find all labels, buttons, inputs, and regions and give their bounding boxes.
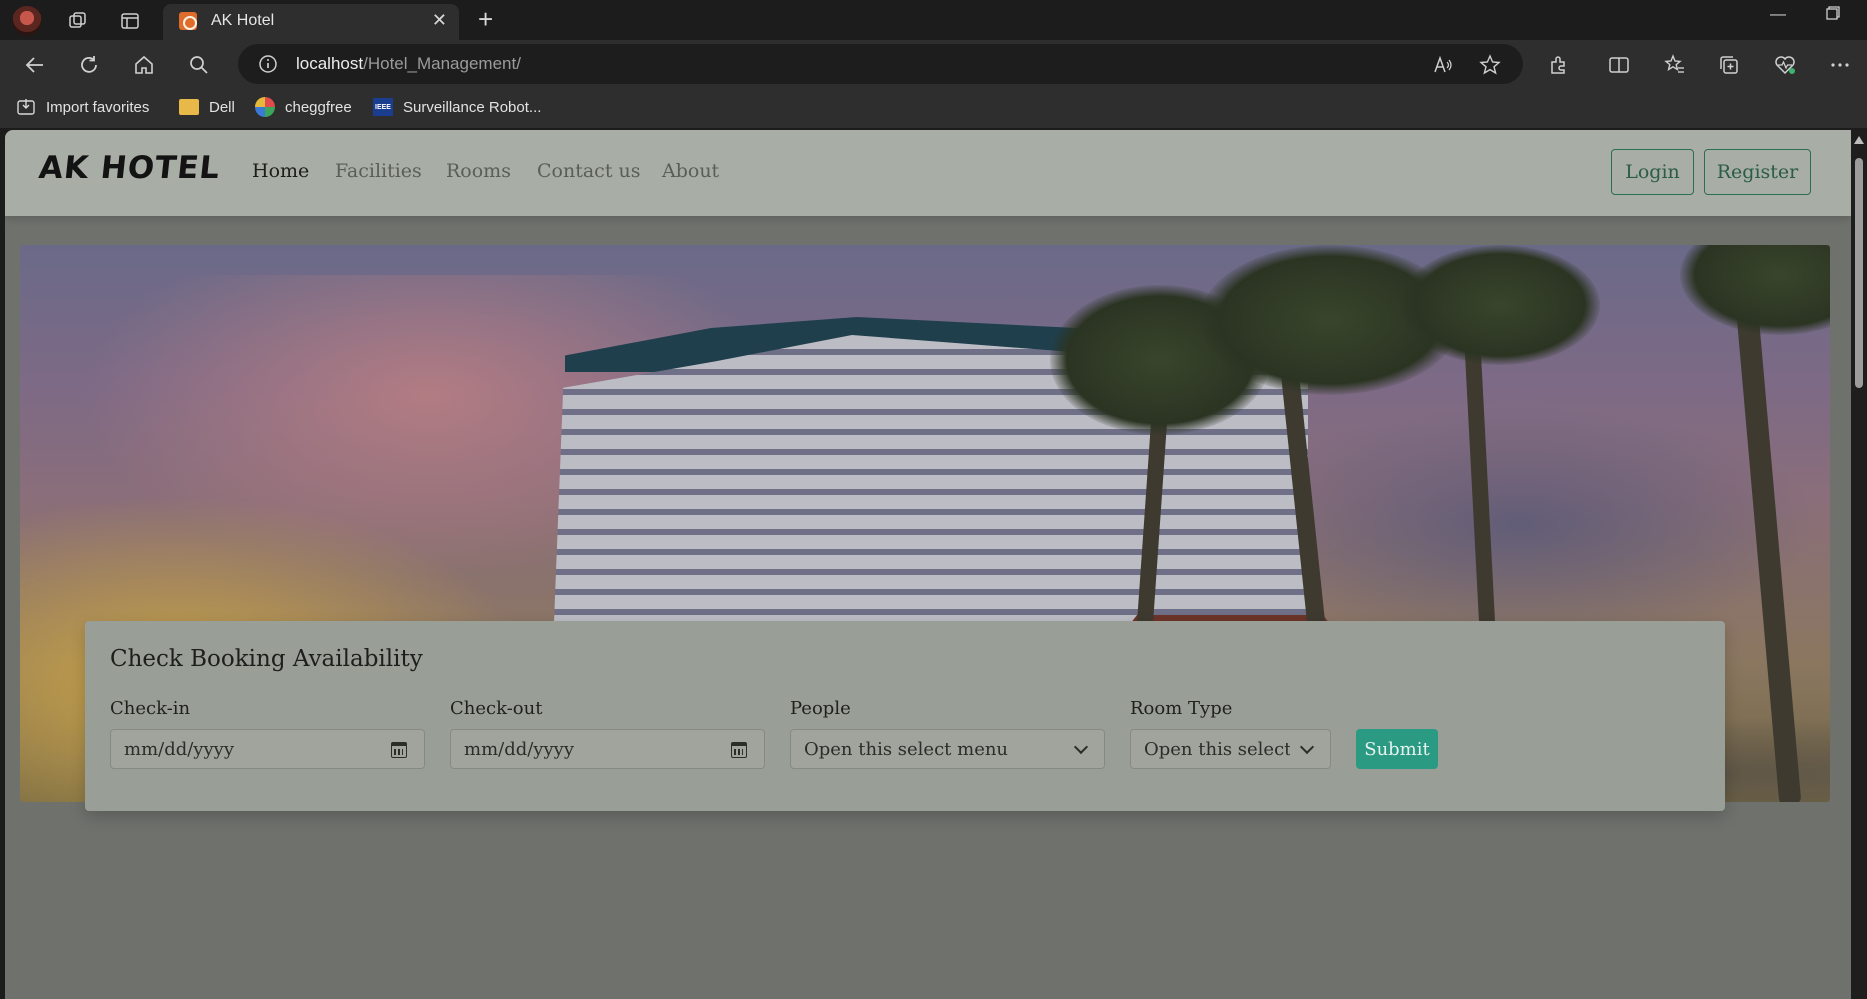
- import-icon: [16, 97, 36, 117]
- close-tab-icon[interactable]: ✕: [432, 10, 447, 31]
- submit-button[interactable]: Submit: [1356, 729, 1438, 769]
- calendar-icon[interactable]: [731, 742, 747, 758]
- address-bar[interactable]: localhost/Hotel_Management/: [238, 44, 1523, 84]
- room-type-label: Room Type: [1130, 698, 1233, 719]
- vertical-tabs-icon[interactable]: [116, 7, 144, 35]
- booking-title: Check Booking Availability: [110, 646, 423, 672]
- home-icon[interactable]: [129, 50, 159, 80]
- bookmark-label: Dell: [209, 98, 235, 116]
- bookmark-import-favorites[interactable]: Import favorites: [16, 97, 149, 117]
- chegg-icon: [255, 97, 275, 117]
- nav-rooms[interactable]: Rooms: [446, 160, 511, 182]
- bookmark-label: cheggfree: [285, 98, 352, 116]
- site-header: AK HOTEL Home Facilities Rooms Contact u…: [5, 130, 1851, 216]
- checkout-placeholder: mm/dd/yyyy: [464, 738, 574, 760]
- bookmark-surveillance-robot[interactable]: IEEE Surveillance Robot...: [373, 97, 541, 117]
- minimize-icon[interactable]: —: [1770, 6, 1786, 24]
- calendar-icon[interactable]: [391, 742, 407, 758]
- nav-contact-us[interactable]: Contact us: [537, 160, 640, 182]
- booking-availability-form: Check Booking Availability Check-in mm/d…: [85, 621, 1725, 811]
- nav-home[interactable]: Home: [252, 160, 309, 182]
- checkin-date-input[interactable]: mm/dd/yyyy: [110, 729, 425, 769]
- scrollbar-thumb[interactable]: [1855, 158, 1863, 388]
- active-tab[interactable]: AK Hotel ✕: [163, 4, 459, 40]
- new-tab-icon[interactable]: +: [478, 6, 493, 32]
- browser-tab-bar: AK Hotel ✕ + —: [0, 0, 1867, 40]
- bookmark-dell[interactable]: Dell: [179, 97, 235, 117]
- back-icon[interactable]: [20, 50, 50, 80]
- xampp-favicon-icon: [179, 12, 197, 30]
- url-path: /Hotel_Management/: [363, 54, 521, 73]
- chevron-down-icon: [1073, 739, 1089, 755]
- people-label: People: [790, 698, 851, 719]
- workspaces-icon[interactable]: [64, 7, 92, 35]
- extensions-icon[interactable]: [1544, 50, 1574, 80]
- room-type-select[interactable]: Open this select menu: [1130, 729, 1331, 769]
- restore-icon[interactable]: [1826, 6, 1840, 25]
- nav-about[interactable]: About: [662, 160, 719, 182]
- checkin-label: Check-in: [110, 698, 191, 719]
- people-select[interactable]: Open this select menu: [790, 729, 1105, 769]
- bookmarks-bar: Import favorites Dell cheggfree IEEE Sur…: [0, 88, 1867, 128]
- folder-icon: [179, 97, 199, 117]
- chevron-down-icon: [1299, 739, 1315, 755]
- tab-title: AK Hotel: [211, 12, 275, 29]
- checkout-date-input[interactable]: mm/dd/yyyy: [450, 729, 765, 769]
- browser-essentials-icon[interactable]: [1770, 50, 1800, 80]
- room-type-selected-value: Open this select menu: [1144, 738, 1290, 760]
- search-icon[interactable]: [184, 50, 214, 80]
- profile-avatar[interactable]: [12, 6, 42, 36]
- checkout-label: Check-out: [450, 698, 543, 719]
- scroll-up-arrow-icon[interactable]: [1854, 136, 1864, 144]
- nav-facilities[interactable]: Facilities: [335, 160, 422, 182]
- collections-icon[interactable]: [1714, 50, 1744, 80]
- bookmark-label: Surveillance Robot...: [403, 98, 542, 116]
- url-text[interactable]: localhost/Hotel_Management/: [296, 54, 521, 74]
- checkin-placeholder: mm/dd/yyyy: [124, 738, 234, 760]
- favorite-star-icon[interactable]: [1478, 53, 1502, 77]
- people-selected-value: Open this select menu: [804, 738, 1009, 760]
- register-button[interactable]: Register: [1704, 149, 1811, 195]
- bookmark-cheggfree[interactable]: cheggfree: [255, 97, 352, 117]
- browser-toolbar: localhost/Hotel_Management/: [0, 40, 1867, 88]
- login-button[interactable]: Login: [1611, 149, 1694, 195]
- brand-logo[interactable]: AK HOTEL: [37, 150, 222, 186]
- ieee-icon: IEEE: [373, 97, 393, 117]
- read-aloud-icon[interactable]: [1431, 53, 1455, 77]
- page-scrollbar[interactable]: [1851, 130, 1867, 999]
- bookmark-label: Import favorites: [46, 98, 150, 116]
- refresh-icon[interactable]: [74, 50, 104, 80]
- page-viewport: AK HOTEL Home Facilities Rooms Contact u…: [5, 130, 1851, 999]
- site-info-icon[interactable]: [258, 54, 278, 74]
- more-menu-icon[interactable]: [1825, 50, 1855, 80]
- split-screen-icon[interactable]: [1604, 50, 1634, 80]
- url-host: localhost: [296, 54, 364, 73]
- favorites-icon[interactable]: [1660, 50, 1690, 80]
